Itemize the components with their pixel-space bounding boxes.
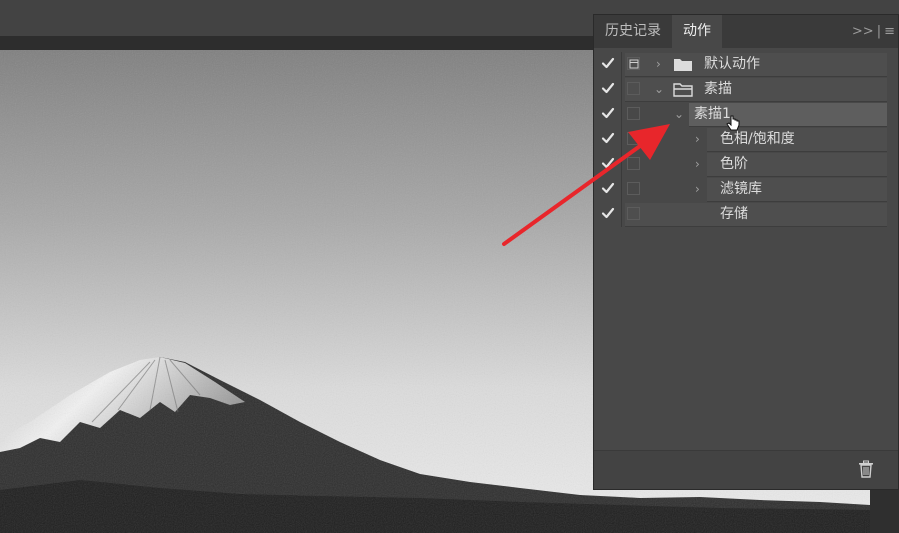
action-set-row[interactable]: › 默认动作 — [594, 52, 898, 77]
chevron-right-icon[interactable]: › — [695, 132, 707, 146]
panel-options-icon[interactable]: ≡ — [884, 24, 895, 39]
checkmark-icon[interactable] — [600, 80, 616, 96]
chevron-right-icon[interactable]: › — [695, 157, 707, 171]
dialog-toggle-icon[interactable] — [627, 157, 640, 170]
action-set-label: 默认动作 — [704, 56, 760, 72]
hand-cursor-icon — [726, 115, 740, 131]
step-label: 滤镜库 — [720, 181, 762, 197]
row-background — [625, 203, 887, 227]
action-set-row[interactable]: ⌄ 素描 — [594, 77, 898, 102]
column-divider — [621, 77, 622, 102]
folder-icon — [674, 59, 692, 71]
column-divider — [621, 127, 622, 152]
chevron-down-icon[interactable]: ⌄ — [654, 82, 666, 96]
open-folder-icon — [673, 83, 693, 97]
panel-footer — [594, 450, 898, 489]
chevron-right-icon[interactable]: › — [695, 182, 707, 196]
column-divider — [621, 102, 622, 127]
chevron-right-icon[interactable]: › — [656, 57, 668, 71]
menu-divider: | — [876, 24, 882, 39]
dialog-toggle-icon[interactable] — [627, 182, 640, 195]
trash-icon[interactable] — [858, 460, 874, 478]
checkmark-icon[interactable] — [600, 155, 616, 171]
tab-actions[interactable]: 动作 — [672, 15, 722, 48]
checkmark-icon[interactable] — [600, 130, 616, 146]
action-set-label: 素描 — [704, 81, 732, 97]
dialog-toggle-icon[interactable] — [627, 82, 640, 95]
action-row[interactable]: ⌄ 素描1 — [594, 102, 898, 127]
actions-panel: 历史记录 动作 >> | ≡ › 默认动作 ⌄ 素描 ⌄ 素描1 › 色相/饱和… — [593, 14, 899, 490]
column-divider — [621, 52, 622, 77]
chevron-down-icon[interactable]: ⌄ — [674, 107, 686, 121]
panel-header: 历史记录 动作 >> | ≡ — [594, 15, 898, 48]
action-step-row[interactable]: › 滤镜库 — [594, 177, 898, 202]
tab-history[interactable]: 历史记录 — [594, 15, 672, 48]
checkmark-icon[interactable] — [600, 55, 616, 71]
dialog-toggle-icon[interactable] — [627, 57, 640, 70]
collapse-panel-icon[interactable]: >> — [852, 24, 874, 39]
checkmark-icon[interactable] — [600, 105, 616, 121]
action-step-row[interactable]: › 色阶 — [594, 152, 898, 177]
step-label: 色阶 — [720, 156, 748, 172]
step-label: 存储 — [720, 206, 748, 222]
checkmark-icon[interactable] — [600, 205, 616, 221]
actions-list: › 默认动作 ⌄ 素描 ⌄ 素描1 › 色相/饱和度 › 色阶 › 滤镜库 存储 — [594, 52, 898, 227]
action-step-row[interactable]: 存储 — [594, 202, 898, 227]
dialog-toggle-icon[interactable] — [627, 107, 640, 120]
column-divider — [621, 202, 622, 227]
panel-menu[interactable]: >> | ≡ — [852, 15, 898, 48]
column-divider — [621, 152, 622, 177]
dialog-toggle-icon[interactable] — [627, 207, 640, 220]
checkmark-icon[interactable] — [600, 180, 616, 196]
dialog-toggle-icon[interactable] — [627, 132, 640, 145]
action-step-row[interactable]: › 色相/饱和度 — [594, 127, 898, 152]
column-divider — [621, 177, 622, 202]
